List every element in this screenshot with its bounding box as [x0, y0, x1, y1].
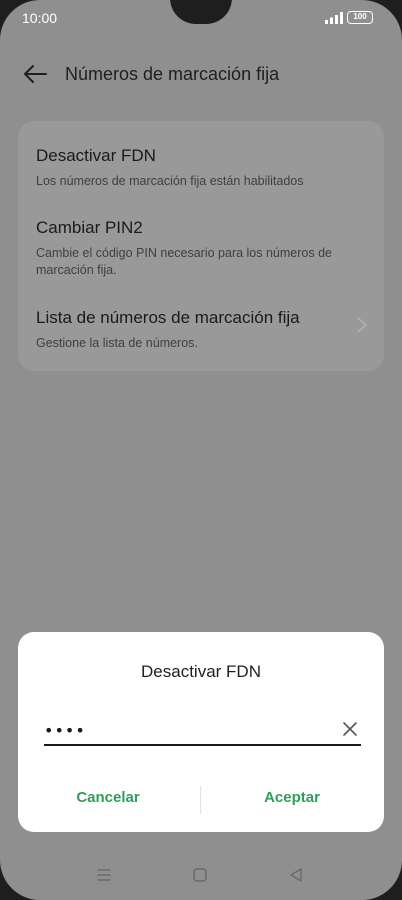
input-underline: [44, 744, 361, 746]
accept-button[interactable]: Aceptar: [212, 782, 372, 812]
battery-icon: 100: [347, 11, 373, 24]
settings-item-title: Cambiar PIN2: [36, 218, 143, 237]
phone-screen: 10:00 100 Números de marcación fija Desa…: [0, 0, 402, 900]
back-icon[interactable]: [288, 867, 304, 883]
settings-item-change-pin2[interactable]: Cambiar PIN2 Cambie el código PIN necesa…: [36, 218, 366, 279]
button-divider: [200, 786, 201, 814]
chevron-right-icon: [357, 317, 367, 333]
settings-item-title: Lista de números de marcación fija: [36, 308, 300, 327]
settings-item-subtitle: Los números de marcación fija están habi…: [36, 174, 304, 188]
settings-item-subtitle: Cambie el código PIN necesario para los …: [36, 246, 332, 277]
settings-item-fdn-list[interactable]: Lista de números de marcación fija Gesti…: [36, 308, 366, 352]
home-icon[interactable]: [192, 867, 208, 883]
pin2-input[interactable]: [44, 717, 334, 743]
status-time: 10:00: [22, 10, 58, 26]
settings-item-disable-fdn[interactable]: Desactivar FDN Los números de marcación …: [36, 146, 366, 190]
battery-level: 100: [353, 12, 367, 21]
navigation-bar: [0, 860, 402, 890]
dialog-title: Desactivar FDN: [141, 662, 261, 681]
back-arrow-icon[interactable]: [22, 62, 48, 86]
menu-icon[interactable]: [96, 867, 112, 883]
app-header: Números de marcación fija: [0, 52, 402, 96]
camera-notch: [170, 0, 232, 24]
signal-icon: [325, 12, 343, 24]
clear-icon[interactable]: [342, 721, 358, 737]
disable-fdn-dialog: Desactivar FDN Cancelar Aceptar: [18, 632, 384, 832]
settings-item-subtitle: Gestione la lista de números.: [36, 336, 198, 350]
cancel-button[interactable]: Cancelar: [28, 782, 188, 812]
settings-card: Desactivar FDN Los números de marcación …: [18, 121, 384, 371]
page-title: Números de marcación fija: [65, 64, 280, 84]
settings-item-title: Desactivar FDN: [36, 146, 156, 165]
status-bar: 10:00 100: [0, 0, 402, 36]
